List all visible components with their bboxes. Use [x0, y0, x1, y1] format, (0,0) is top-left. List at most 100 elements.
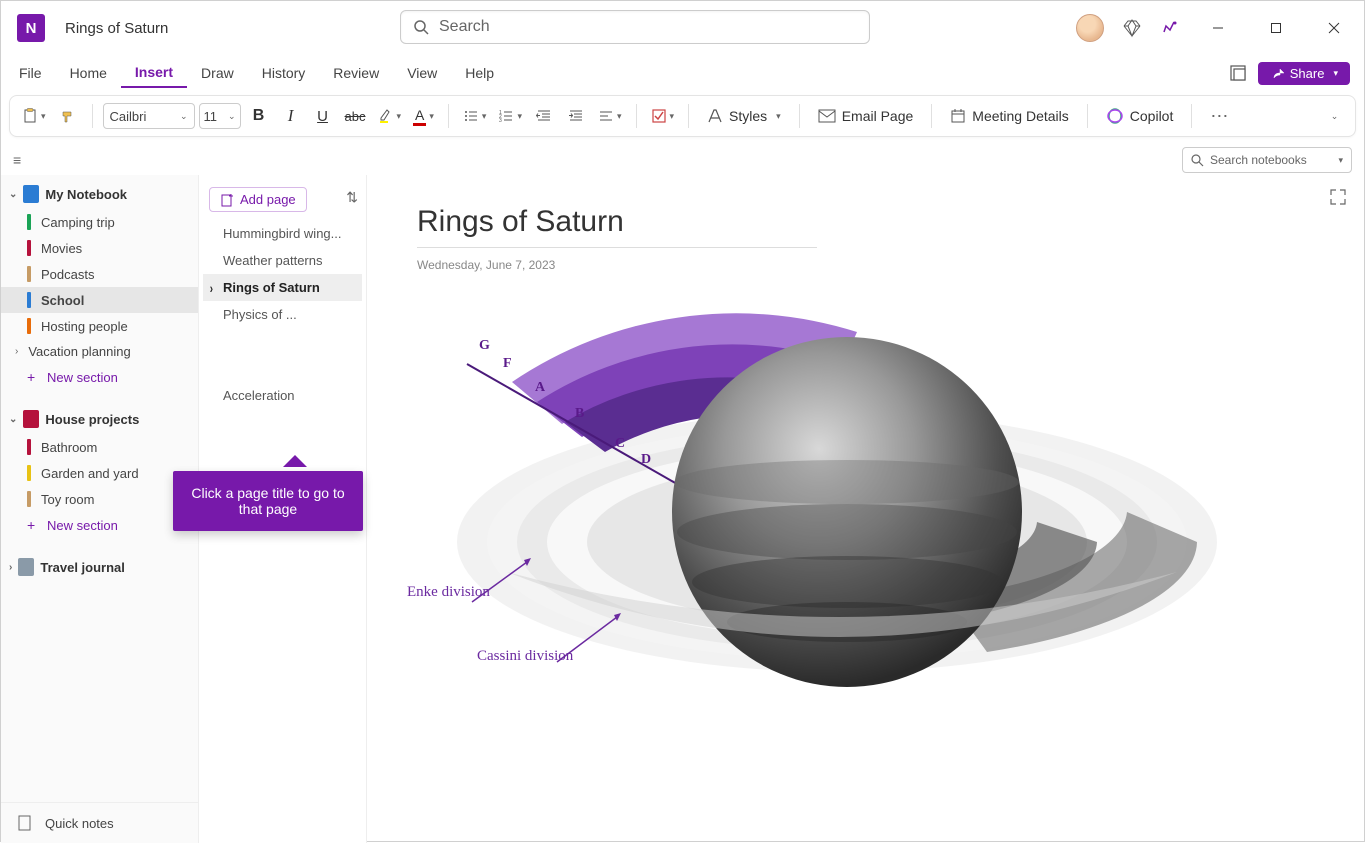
menu-help[interactable]: Help: [451, 59, 508, 87]
new-section-button-2[interactable]: +New section: [1, 512, 198, 538]
font-color-button[interactable]: A▾: [409, 101, 438, 131]
section-podcasts[interactable]: Podcasts: [1, 261, 198, 287]
outdent-button[interactable]: [530, 101, 558, 131]
document-title: Rings of Saturn: [65, 20, 168, 37]
menu-history[interactable]: History: [248, 59, 320, 87]
fullscreen-toggle-icon[interactable]: [1228, 63, 1248, 83]
new-section-button[interactable]: +New section: [1, 364, 198, 390]
ring-label-d: D: [641, 452, 651, 468]
toolbar-overflow-button[interactable]: ⋯: [1202, 106, 1238, 127]
section-vacation[interactable]: ›Vacation planning: [1, 339, 198, 364]
formatting-toolbar: ▾ Cailbri⌄ 11⌄ B I U abc ▾ A▾ ▾ 123▾ ▾ ▾…: [9, 95, 1356, 137]
tooltip-callout: Click a page title to go to that page: [173, 471, 363, 531]
styles-icon: [707, 108, 723, 124]
notebook-header-travel[interactable]: › Travel journal: [1, 552, 198, 582]
ring-label-f: F: [503, 356, 512, 372]
section-toyroom[interactable]: Toy room: [1, 486, 198, 512]
align-button[interactable]: ▾: [594, 101, 626, 131]
add-page-icon: [220, 193, 234, 207]
menu-draw[interactable]: Draw: [187, 59, 248, 87]
page-content-area[interactable]: Rings of Saturn Wednesday, June 7, 2023: [367, 175, 1364, 843]
page-item[interactable]: Hummingbird wing...: [203, 220, 362, 247]
meeting-details-button[interactable]: Meeting Details: [942, 108, 1077, 124]
page-item[interactable]: [203, 355, 362, 382]
strikethrough-button[interactable]: abc: [341, 101, 370, 131]
ring-label-g: G: [479, 338, 490, 354]
section-bathroom[interactable]: Bathroom: [1, 434, 198, 460]
ring-label-a: A: [535, 380, 545, 396]
nav-toggle-button[interactable]: ≡: [13, 152, 21, 168]
notebook-icon: [23, 185, 39, 203]
section-school[interactable]: School: [1, 287, 198, 313]
numbered-list-button[interactable]: 123▾: [494, 101, 526, 131]
expand-page-button[interactable]: [1330, 189, 1346, 210]
menu-insert[interactable]: Insert: [121, 58, 187, 88]
page-date: Wednesday, June 7, 2023: [417, 258, 1314, 272]
copilot-button[interactable]: Copilot: [1098, 107, 1182, 125]
premium-icon[interactable]: [1122, 18, 1142, 38]
svg-text:3: 3: [499, 118, 502, 124]
section-hosting[interactable]: Hosting people: [1, 313, 198, 339]
underline-button[interactable]: U: [309, 101, 337, 131]
paste-button[interactable]: ▾: [18, 101, 50, 131]
search-icon: [413, 19, 429, 35]
email-icon: [818, 109, 836, 123]
todo-tag-button[interactable]: ▾: [647, 101, 679, 131]
calendar-icon: [950, 108, 966, 124]
page-item-selected[interactable]: Rings of Saturn: [203, 274, 362, 301]
page-item[interactable]: Physics of ...: [203, 301, 362, 328]
sort-pages-button[interactable]: ⇅: [346, 189, 358, 206]
chevron-down-icon: ⌄: [9, 189, 17, 200]
styles-button[interactable]: Styles▾: [699, 108, 789, 124]
annotation-enke: Enke division: [407, 584, 490, 601]
email-page-button[interactable]: Email Page: [810, 108, 922, 124]
app-icon: N: [17, 14, 45, 42]
notebook-header-house[interactable]: ⌄ House projects: [1, 404, 198, 434]
close-button[interactable]: [1314, 13, 1354, 43]
search-icon: [1191, 154, 1204, 167]
font-size-select[interactable]: 11⌄: [199, 103, 241, 129]
share-button[interactable]: Share ▾: [1258, 62, 1350, 85]
annotation-cassini: Cassini division: [477, 648, 573, 665]
page-item[interactable]: Acceleration: [203, 382, 362, 409]
sparkle-icon[interactable]: [1160, 18, 1180, 38]
format-painter-button[interactable]: [54, 101, 82, 131]
chevron-right-icon: ›: [9, 562, 12, 573]
quick-notes-button[interactable]: Quick notes: [1, 802, 198, 843]
saturn-illustration: G F A B C D Enke division Cassini divisi…: [417, 302, 1237, 762]
page-item[interactable]: [203, 328, 362, 355]
bold-button[interactable]: B: [245, 101, 273, 131]
title-divider: [417, 247, 817, 248]
section-camping[interactable]: Camping trip: [1, 209, 198, 235]
copilot-icon: [1106, 107, 1124, 125]
page-title[interactable]: Rings of Saturn: [417, 205, 1314, 239]
notebook-sidebar: ⌄ My Notebook Camping trip Movies Podcas…: [1, 175, 199, 843]
menu-review[interactable]: Review: [319, 59, 393, 87]
menu-view[interactable]: View: [393, 59, 451, 87]
indent-button[interactable]: [562, 101, 590, 131]
menu-home[interactable]: Home: [56, 59, 121, 87]
italic-button[interactable]: I: [277, 101, 305, 131]
maximize-button[interactable]: [1256, 13, 1296, 43]
search-notebooks-input[interactable]: Search notebooks ▾: [1182, 147, 1352, 173]
font-family-select[interactable]: Cailbri⌄: [103, 103, 195, 129]
share-icon: [1270, 66, 1284, 80]
page-item[interactable]: Weather patterns: [203, 247, 362, 274]
chevron-down-icon: ⌄: [9, 414, 17, 425]
bullet-list-button[interactable]: ▾: [459, 101, 491, 131]
ring-label-c: C: [615, 436, 625, 452]
ring-label-b: B: [575, 406, 584, 422]
add-page-button[interactable]: Add page: [209, 187, 307, 212]
user-avatar[interactable]: [1076, 14, 1104, 42]
notebook-header-mynotebook[interactable]: ⌄ My Notebook: [1, 179, 198, 209]
search-placeholder: Search: [439, 18, 490, 36]
notebook-icon: [18, 558, 34, 576]
highlight-button[interactable]: ▾: [374, 101, 406, 131]
toolbar-expand-button[interactable]: ⌄: [1319, 101, 1347, 131]
section-movies[interactable]: Movies: [1, 235, 198, 261]
notebook-icon: [23, 410, 39, 428]
section-garden[interactable]: Garden and yard: [1, 460, 198, 486]
global-search-input[interactable]: Search: [400, 10, 870, 44]
menu-file[interactable]: File: [5, 59, 56, 87]
minimize-button[interactable]: [1198, 13, 1238, 43]
